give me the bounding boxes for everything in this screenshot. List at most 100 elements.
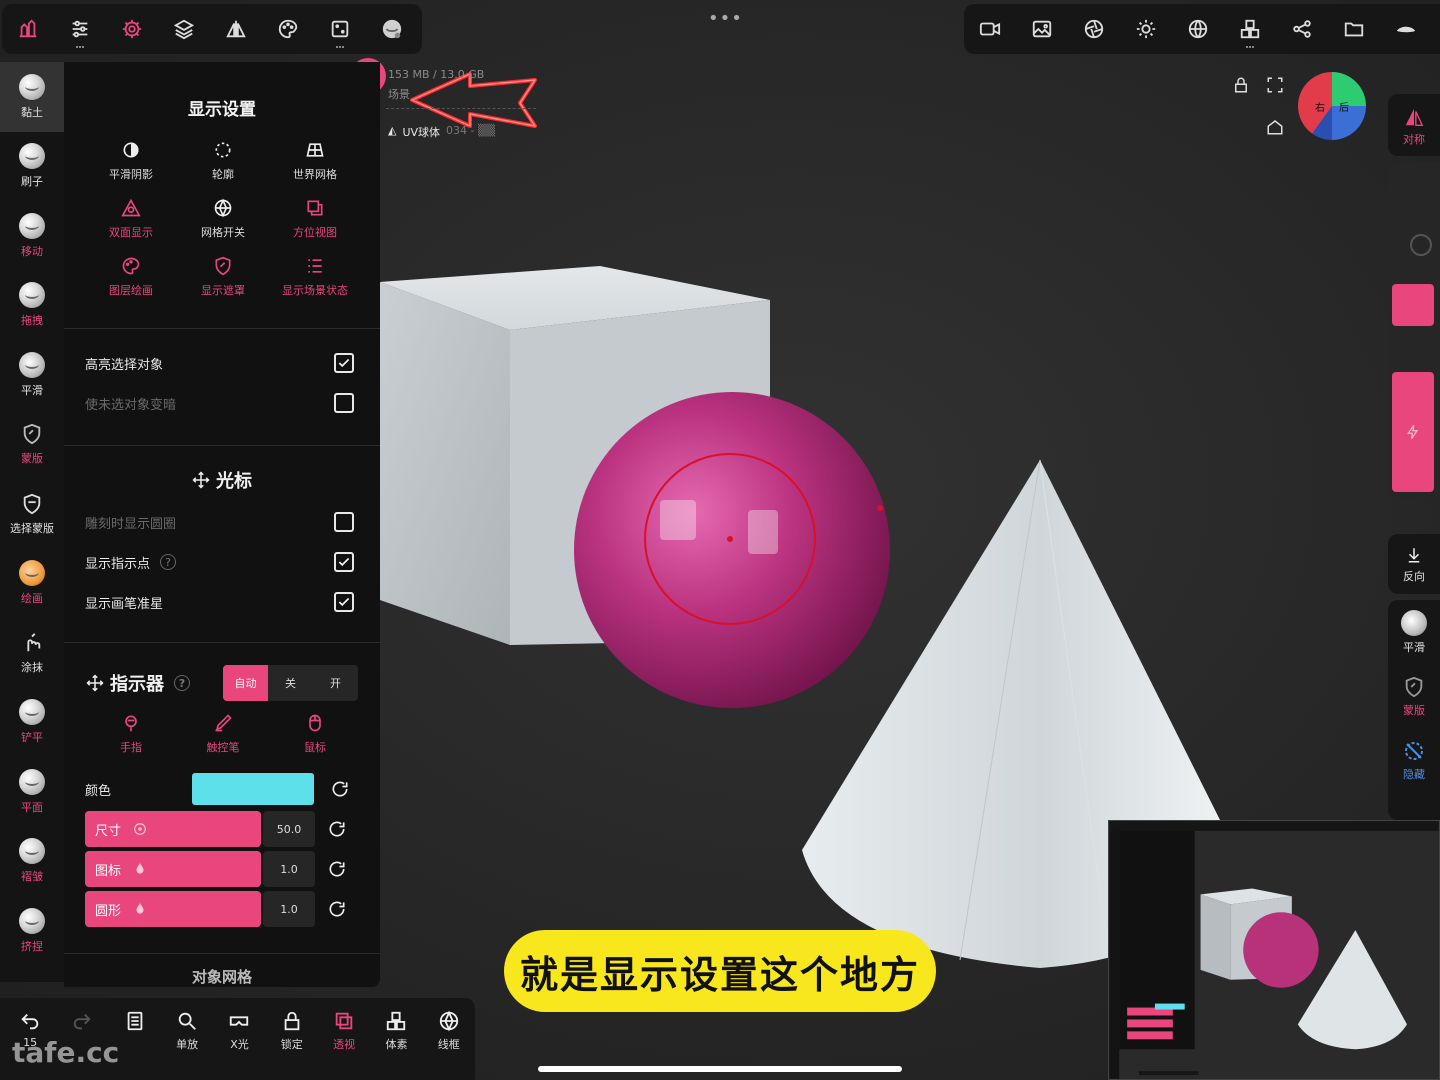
radius-slider-handle[interactable] bbox=[1392, 284, 1434, 326]
tool-brush[interactable]: 刷子 bbox=[0, 132, 64, 202]
reverse-button[interactable]: 反向 bbox=[1388, 534, 1440, 594]
reset-icon[interactable] bbox=[327, 899, 347, 919]
image-icon[interactable] bbox=[1016, 4, 1068, 54]
show-pointer-checkbox[interactable] bbox=[334, 552, 354, 572]
video-icon[interactable] bbox=[964, 4, 1016, 54]
circle-value[interactable]: 1.0 bbox=[263, 891, 315, 927]
perspective-button[interactable]: 透视 bbox=[318, 998, 370, 1080]
device-finger[interactable]: 手指 bbox=[85, 713, 177, 755]
icon-value[interactable]: 1.0 bbox=[263, 851, 315, 887]
tool-paint[interactable]: 绘画 bbox=[0, 549, 64, 619]
view-gizmo[interactable]: 右 后 bbox=[1298, 72, 1366, 140]
tool-plane[interactable]: 平面 bbox=[0, 757, 64, 827]
help-icon[interactable]: ? bbox=[174, 675, 190, 691]
perspective-label: 透视 bbox=[333, 1038, 356, 1051]
dice-icon[interactable] bbox=[314, 4, 366, 54]
tool-mask[interactable]: 蒙版 bbox=[0, 410, 64, 480]
size-slider-row: 尺寸 50.0 bbox=[85, 809, 380, 849]
size-value[interactable]: 50.0 bbox=[263, 811, 315, 847]
highlight-selected-row[interactable]: 高亮选择对象 bbox=[64, 343, 380, 383]
reset-icon[interactable] bbox=[327, 819, 347, 839]
intensity-slider[interactable] bbox=[1392, 372, 1434, 492]
toggle-layer-paint[interactable]: 图层绘画 bbox=[85, 256, 177, 298]
hide-label: 隐藏 bbox=[1403, 767, 1425, 781]
aperture-icon[interactable] bbox=[1068, 4, 1120, 54]
indicator-mode-off[interactable]: 关 bbox=[268, 665, 313, 701]
xray-button[interactable]: X光 bbox=[213, 998, 265, 1080]
indicator-mode-auto[interactable]: 自动 bbox=[223, 665, 268, 701]
gizmo-face-right[interactable]: 右 bbox=[1315, 99, 1325, 114]
object-row[interactable]: ◭ UV球体 034 - ▒▒ bbox=[388, 124, 495, 140]
sliders-icon[interactable] bbox=[54, 4, 106, 54]
reset-icon[interactable] bbox=[330, 779, 350, 799]
radius-target-icon[interactable] bbox=[1410, 234, 1432, 256]
color-swatch[interactable] bbox=[192, 773, 314, 805]
tool-move[interactable]: 移动 bbox=[0, 201, 64, 271]
memory-readout: 153 MB / 13.0 GB bbox=[388, 68, 485, 81]
gear-icon[interactable] bbox=[106, 4, 158, 54]
more-dots-icon[interactable]: ••• bbox=[708, 8, 743, 29]
tool-smudge[interactable]: 涂抹 bbox=[0, 618, 64, 688]
show-pointer-label: 显示指示点 bbox=[85, 556, 151, 572]
palette-icon[interactable] bbox=[262, 4, 314, 54]
quick-mask-button[interactable]: 蒙版 bbox=[1388, 664, 1440, 728]
smooth-label: 平滑 bbox=[1403, 640, 1425, 654]
tool-drag[interactable]: 拖拽 bbox=[0, 271, 64, 341]
fullscreen-icon[interactable] bbox=[1266, 76, 1284, 98]
darken-unselected-checkbox[interactable] bbox=[334, 393, 354, 413]
eye-icon[interactable] bbox=[1380, 4, 1432, 54]
help-icon[interactable]: ? bbox=[160, 554, 177, 570]
sculpt-circle-row[interactable]: 雕刻时显示圆圈 bbox=[64, 502, 380, 542]
toggle-outline[interactable]: 轮廓 bbox=[177, 140, 269, 182]
tool-smooth[interactable]: 平滑 bbox=[0, 340, 64, 410]
sun-icon[interactable] bbox=[1120, 4, 1172, 54]
layers-icon[interactable] bbox=[158, 4, 210, 54]
device-mouse[interactable]: 鼠标 bbox=[269, 713, 361, 755]
toggle-show-mask[interactable]: 显示遮罩 bbox=[177, 256, 269, 298]
highlight-selected-checkbox[interactable] bbox=[334, 353, 354, 373]
reset-icon[interactable] bbox=[327, 859, 347, 879]
home-icon[interactable] bbox=[1266, 118, 1284, 140]
darken-unselected-row[interactable]: 使未选对象变暗 bbox=[64, 383, 380, 423]
cubes-icon[interactable] bbox=[1224, 4, 1276, 54]
sculpt-circle-checkbox[interactable] bbox=[334, 512, 354, 532]
quick-smooth-button[interactable]: 平滑 bbox=[1388, 600, 1440, 664]
indicator-devices: 手指 触控笔 鼠标 bbox=[85, 713, 380, 755]
sphere-grid-icon[interactable] bbox=[1172, 4, 1224, 54]
wireframe-button[interactable]: 线框 bbox=[423, 998, 475, 1080]
toggle-orientation-view[interactable]: 方位视图 bbox=[269, 198, 361, 240]
gizmo-face-back[interactable]: 后 bbox=[1339, 99, 1349, 114]
show-crosshair-row[interactable]: 显示画笔准星 bbox=[64, 582, 380, 622]
share-icon[interactable] bbox=[1276, 4, 1328, 54]
folder-icon[interactable] bbox=[1328, 4, 1380, 54]
quick-hide-button[interactable]: 隐藏 bbox=[1388, 728, 1440, 792]
scene-state-icon bbox=[308, 259, 322, 273]
indicator-mode-on[interactable]: 开 bbox=[313, 665, 358, 701]
toggle-world-grid[interactable]: 世界网格 bbox=[269, 140, 361, 182]
toggle-wireframe[interactable]: 网格开关 bbox=[177, 198, 269, 240]
tool-clay[interactable]: 黏土 bbox=[0, 62, 64, 132]
show-pointer-row[interactable]: 显示指示点? bbox=[64, 542, 380, 582]
toggle-smooth-shading[interactable]: 平滑阴影 bbox=[85, 140, 177, 182]
single-view-button[interactable]: 单放 bbox=[161, 998, 213, 1080]
symmetry-icon[interactable] bbox=[210, 4, 262, 54]
tool-crease[interactable]: 褶皱 bbox=[0, 827, 64, 897]
toggle-double-side[interactable]: 双面显示 bbox=[85, 198, 177, 240]
toggle-scene-state[interactable]: 显示场景状态 bbox=[269, 256, 361, 298]
tools-icon[interactable] bbox=[2, 4, 54, 54]
matcap-icon[interactable] bbox=[366, 4, 418, 54]
icon-slider[interactable]: 图标 bbox=[85, 851, 261, 887]
voxel-button[interactable]: 体素 bbox=[370, 998, 422, 1080]
size-slider[interactable]: 尺寸 bbox=[85, 811, 261, 847]
tool-select-mask[interactable]: 选择蒙版 bbox=[0, 479, 64, 549]
lock-button[interactable]: 锁定 bbox=[266, 998, 318, 1080]
home-indicator[interactable] bbox=[538, 1066, 902, 1072]
circle-slider[interactable]: 圆形 bbox=[85, 891, 261, 927]
symmetry-button[interactable]: 对称 bbox=[1388, 94, 1440, 158]
device-stylus[interactable]: 触控笔 bbox=[177, 713, 269, 755]
show-crosshair-checkbox[interactable] bbox=[334, 592, 354, 612]
uv-sphere-mesh[interactable] bbox=[574, 392, 890, 708]
tool-flatten[interactable]: 铲平 bbox=[0, 688, 64, 758]
lock-icon[interactable] bbox=[1232, 76, 1250, 98]
tool-pinch[interactable]: 挤捏 bbox=[0, 896, 64, 966]
